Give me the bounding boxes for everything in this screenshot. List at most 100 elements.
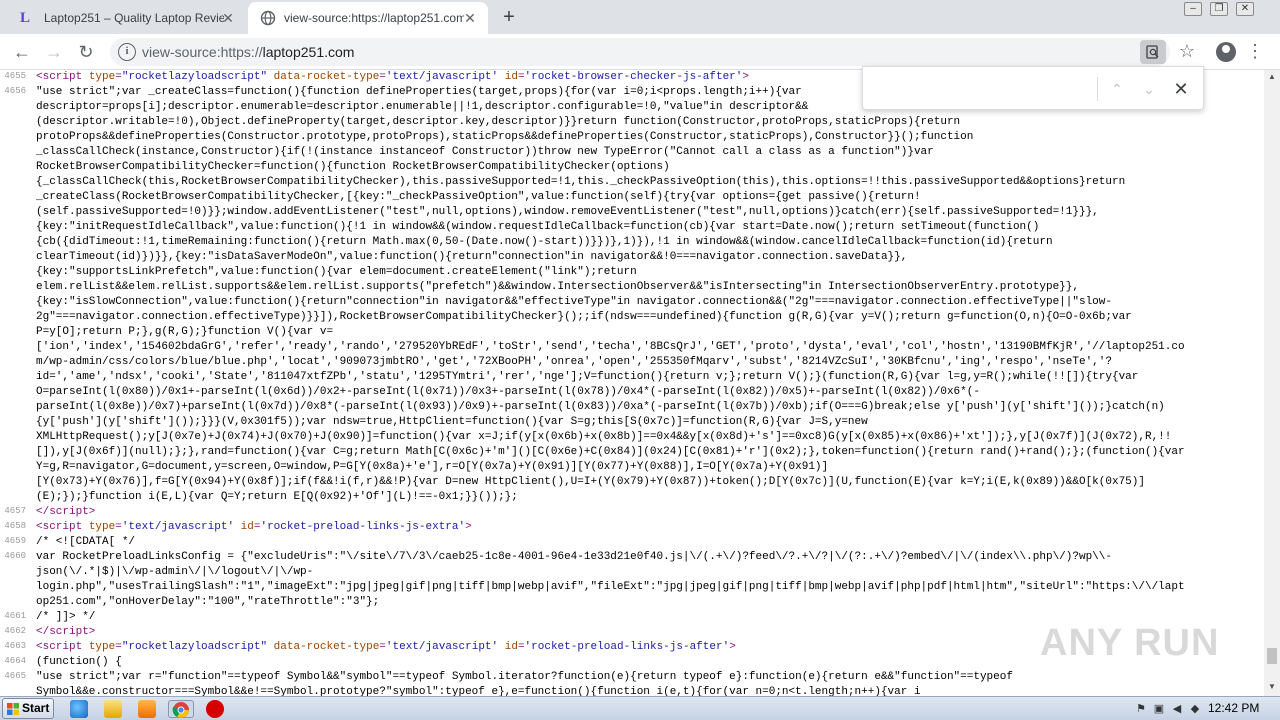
find-close-icon[interactable]: ✕	[1169, 77, 1193, 101]
tab-laptop251[interactable]: L Laptop251 – Quality Laptop Reviews ✕	[8, 2, 246, 34]
line-number	[0, 250, 26, 251]
address-url: view-source:https://laptop251.com	[142, 44, 354, 60]
line-number	[0, 580, 26, 581]
source-text: {_classCallCheck(this,RocketBrowserCompa…	[36, 176, 1126, 188]
network-tray-icon[interactable]: ▣	[1152, 702, 1166, 716]
find-bar: ⌃ ⌄ ✕	[862, 66, 1204, 110]
source-text: "use strict";var r="function"==typeof Sy…	[36, 671, 1013, 683]
line-number	[0, 220, 26, 221]
tab-title: Laptop251 – Quality Laptop Reviews	[44, 11, 224, 25]
find-next-icon[interactable]: ⌄	[1137, 77, 1161, 101]
tab-view-source[interactable]: view-source:https://laptop251.com ✕	[248, 2, 488, 34]
line-number	[0, 595, 26, 596]
globe-icon	[260, 10, 276, 26]
file-explorer-icon[interactable]	[104, 700, 122, 718]
line-number	[0, 385, 26, 386]
find-input[interactable]	[871, 75, 1091, 103]
media-player-icon[interactable]	[138, 700, 156, 718]
source-text: json(\/.*|$)|\/wp-admin\/|\/logout\/|\/w…	[36, 566, 314, 578]
source-text: (descriptor.writable=!0),Object.definePr…	[36, 116, 961, 128]
security-alert-icon[interactable]	[206, 700, 224, 718]
flag-tray-icon[interactable]: ⚑	[1134, 702, 1148, 716]
source-text: Y=g,R=navigator,G=document,y=screen,O=wi…	[36, 461, 829, 473]
close-window-button[interactable]: ✕	[1236, 2, 1254, 16]
chrome-icon	[172, 702, 189, 718]
source-text: parseInt(l(0x8e))/0x7)+parseInt(l(0x7d))…	[36, 401, 1165, 413]
source-text: (self.passiveSupported=!0)}};window.addE…	[36, 206, 1099, 218]
bookmark-star-icon[interactable]: ☆	[1176, 40, 1198, 62]
view-source-content: 4655 <script type="rocketlazyloadscript" …	[0, 70, 1264, 696]
minimize-button[interactable]: ‒	[1184, 2, 1202, 16]
scroll-down-icon[interactable]: ▼	[1268, 682, 1276, 691]
forward-arrow-icon[interactable]: →	[42, 40, 66, 64]
line-number: 4656	[4, 86, 26, 96]
source-text: (E);});}function i(E,L){var Q=Y;return E…	[36, 491, 518, 503]
line-number	[0, 145, 26, 146]
address-bar[interactable]: i view-source:https://laptop251.com	[110, 38, 1170, 66]
source-text: login.php","usesTrailingSlash":"1","imag…	[36, 581, 1185, 593]
line-number	[0, 370, 26, 371]
line-number: 4665	[4, 671, 26, 681]
source-text: /* <![CDATA[ */	[36, 536, 136, 548]
url-scheme: view-source:https://	[142, 44, 263, 60]
source-text: O=parseInt(l(0x80))/0x1+-parseInt(l(0x6d…	[36, 386, 980, 398]
new-tab-button[interactable]: +	[498, 6, 520, 28]
scroll-up-icon[interactable]: ▲	[1268, 72, 1276, 81]
source-text: _createClass(RocketBrowserCompatibilityC…	[36, 191, 921, 203]
line-number	[0, 445, 26, 446]
line-number: 4664	[4, 656, 26, 666]
windows-taskbar: Start ⚑ ▣ ◀ ◆ 12:42 PM	[0, 696, 1280, 720]
tab-title: view-source:https://laptop251.com	[284, 11, 464, 25]
line-number	[0, 130, 26, 131]
line-number	[0, 280, 26, 281]
source-text: var RocketPreloadLinksConfig = {"exclude…	[36, 551, 1112, 563]
menu-kebab-icon[interactable]: ⋮	[1246, 40, 1264, 62]
line-number	[0, 325, 26, 326]
browser-toolbar: ← → ↻ i view-source:https://laptop251.co…	[0, 34, 1280, 70]
source-text: {key:"initRequestIdleCallback",value:fun…	[36, 221, 1040, 233]
source-text: m/wp-admin/css/colors/blue/blue.php','lo…	[36, 356, 1112, 368]
line-number	[0, 355, 26, 356]
reload-icon[interactable]: ↻	[74, 40, 98, 64]
line-number	[0, 460, 26, 461]
volume-tray-icon[interactable]: ◀	[1170, 702, 1184, 716]
source-text: []),y[J(0x6f)](null);};},rand=function()…	[36, 446, 1185, 458]
line-number	[0, 430, 26, 431]
source-text: </script>	[36, 506, 96, 518]
scrollbar-thumb[interactable]	[1267, 648, 1277, 664]
find-previous-icon[interactable]: ⌃	[1105, 77, 1129, 101]
line-number	[0, 115, 26, 116]
internet-explorer-icon[interactable]	[70, 700, 88, 718]
windows-logo-icon	[7, 703, 19, 715]
restore-button[interactable]: ❐	[1210, 2, 1228, 16]
find-in-page-icon[interactable]	[1140, 40, 1166, 64]
close-tab-icon[interactable]: ✕	[462, 10, 478, 26]
anyrun-watermark: ANY RUN	[1040, 612, 1240, 672]
start-button[interactable]: Start	[2, 698, 54, 719]
line-number	[0, 490, 26, 491]
line-number	[0, 235, 26, 236]
source-text: <script type='text/javascript' id='rocke…	[36, 521, 472, 533]
line-number: 4660	[4, 551, 26, 561]
line-number	[0, 415, 26, 416]
site-info-icon[interactable]: i	[118, 43, 136, 61]
line-number	[0, 565, 26, 566]
chrome-taskbar-button[interactable]	[168, 700, 194, 718]
profile-avatar-icon[interactable]	[1216, 42, 1236, 62]
source-text: 2g"===navigator.connection.effectiveType…	[36, 311, 1132, 323]
line-number: 4662	[4, 626, 26, 636]
source-text: elem.relList&&elem.relList.supports&&ele…	[36, 281, 1079, 293]
line-number	[0, 685, 26, 686]
tab-strip: L Laptop251 – Quality Laptop Reviews ✕ v…	[0, 0, 1280, 34]
line-number	[0, 265, 26, 266]
source-text: _classCallCheck(instance,Constructor){if…	[36, 146, 934, 158]
line-number: 4659	[4, 536, 26, 546]
shield-tray-icon[interactable]: ◆	[1188, 702, 1202, 716]
source-text: RocketBrowserCompatibilityChecker=functi…	[36, 161, 670, 173]
vertical-scrollbar[interactable]: ▲ ▼	[1264, 70, 1280, 696]
url-host: laptop251.com	[262, 44, 355, 60]
close-tab-icon[interactable]: ✕	[220, 10, 236, 26]
line-number	[0, 340, 26, 341]
laptop251-favicon-icon: L	[20, 10, 31, 26]
back-arrow-icon[interactable]: ←	[10, 40, 34, 64]
